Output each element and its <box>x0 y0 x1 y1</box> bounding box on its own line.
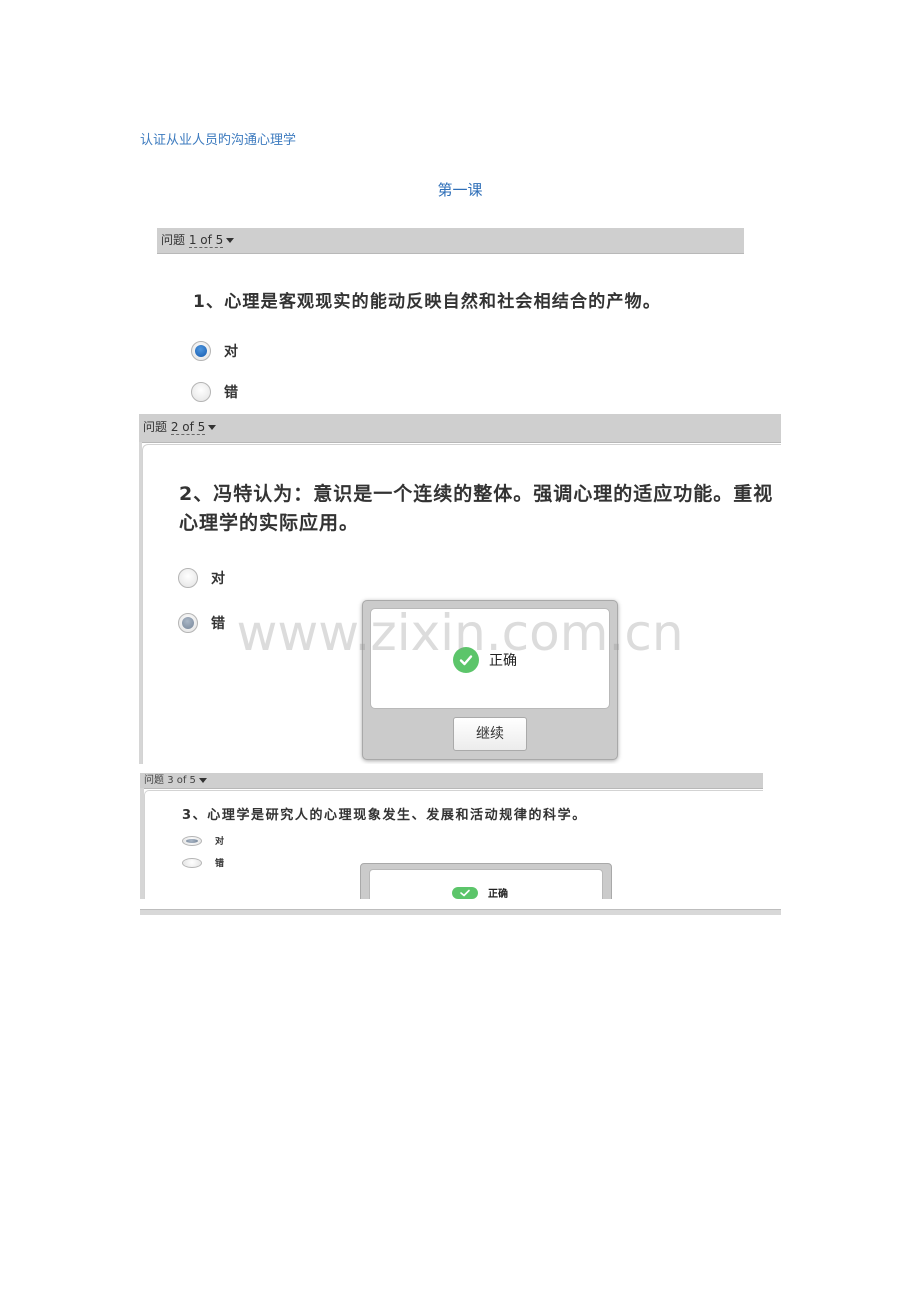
radio-button[interactable] <box>178 568 198 588</box>
feedback-text: 正确 <box>488 889 508 899</box>
check-circle-icon <box>452 886 478 899</box>
feedback-message: 正确 <box>453 647 517 673</box>
question-text: 3、心理学是研究人的心理现象发生、发展和活动规律的科学。 <box>182 808 587 823</box>
question-counter-dropdown[interactable]: 问题 1 of 5 <box>161 228 235 253</box>
radio-button[interactable] <box>182 857 202 868</box>
radio-button-checked[interactable] <box>178 613 198 633</box>
document-title: 认证从业人员旳沟通心理学 <box>140 133 297 148</box>
option-label: 对 <box>224 344 238 360</box>
question-counter-value: 3 of 5 <box>167 775 196 786</box>
question-panel-3: 问题 3 of 5 3、心理学是研究人的心理现象发生、发展和活动规律的科学。 对… <box>140 773 763 899</box>
question-counter-bar: 问题 1 of 5 <box>157 228 744 254</box>
option-label: 对 <box>215 837 225 847</box>
question-text: 1、心理是客观现实的能动反映自然和社会相结合的产物。 <box>193 292 662 312</box>
question-counter-bar: 问题 3 of 5 <box>140 773 763 789</box>
option-label: 错 <box>224 385 238 401</box>
caret-down-icon <box>198 777 207 783</box>
question-counter-bar: 问题 2 of 5 <box>139 414 781 443</box>
caret-down-icon <box>208 425 217 430</box>
option-false[interactable]: 错 <box>178 613 225 633</box>
caret-down-icon <box>226 238 235 243</box>
option-label: 错 <box>211 616 225 632</box>
question-counter-dropdown[interactable]: 问题 2 of 5 <box>143 414 217 440</box>
question-counter-label: 问题 <box>161 233 186 247</box>
feedback-body: 正确 <box>370 608 610 709</box>
question-counter-dropdown[interactable]: 问题 3 of 5 <box>144 773 207 788</box>
next-question-bar <box>140 909 781 915</box>
continue-button[interactable]: 继续 <box>453 717 527 751</box>
feedback-message: 正确 <box>452 885 508 899</box>
question-text: 2、冯特认为：意识是一个连续的整体。强调心理的适应功能。重视心理学的实际应用。 <box>179 483 774 534</box>
feedback-dialog: 正确 继续 <box>362 600 618 760</box>
question-counter-label: 问题 <box>144 775 164 786</box>
radio-button-checked[interactable] <box>191 341 211 361</box>
option-true[interactable]: 对 <box>182 834 224 847</box>
question-counter-label: 问题 <box>143 420 168 434</box>
feedback-body: 正确 <box>369 869 603 899</box>
check-circle-icon <box>453 647 479 673</box>
radio-button-checked[interactable] <box>182 835 202 846</box>
option-true[interactable]: 对 <box>178 568 225 588</box>
feedback-text: 正确 <box>489 653 517 669</box>
question-counter-value: 1 of 5 <box>188 233 224 248</box>
feedback-dialog: 正确 <box>360 863 612 899</box>
lesson-title: 第一课 <box>437 181 483 199</box>
question-panel-2: 问题 2 of 5 2、冯特认为：意识是一个连续的整体。强调心理的适应功能。重视… <box>139 414 781 764</box>
option-label: 错 <box>215 859 225 869</box>
option-true[interactable]: 对 <box>191 341 238 361</box>
option-label: 对 <box>211 571 225 587</box>
question-panel-1: 问题 1 of 5 1、心理是客观现实的能动反映自然和社会相结合的产物。 对 错 <box>157 228 744 414</box>
option-false[interactable]: 错 <box>182 856 224 869</box>
radio-button[interactable] <box>191 382 211 402</box>
question-counter-value: 2 of 5 <box>170 420 206 435</box>
option-false[interactable]: 错 <box>191 382 238 402</box>
